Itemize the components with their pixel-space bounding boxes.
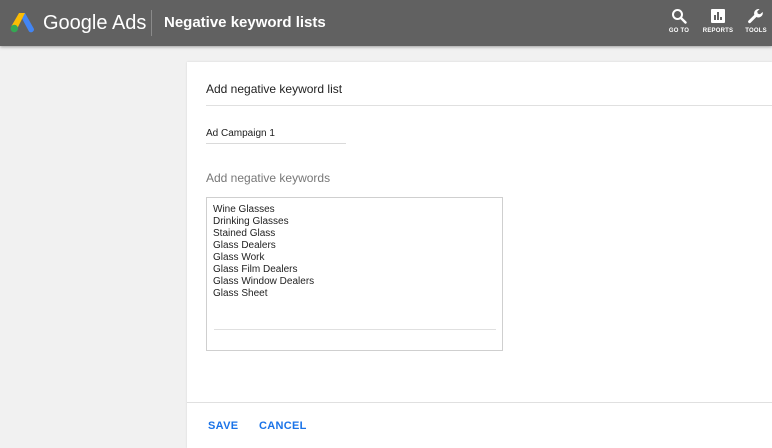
list-name-input[interactable] <box>206 124 346 144</box>
top-app-bar: Google Ads Negative keyword lists GO TO … <box>0 0 772 46</box>
keywords-underline <box>214 329 496 330</box>
panel-title: Add negative keyword list <box>206 82 343 96</box>
tools-button[interactable]: TOOLS <box>740 8 772 40</box>
keywords-list: Wine Glasses Drinking Glasses Stained Gl… <box>213 204 314 300</box>
cancel-button[interactable]: CANCEL <box>259 420 307 432</box>
title-divider <box>206 105 772 106</box>
keyword-line: Glass Sheet <box>213 288 268 299</box>
tools-label: TOOLS <box>745 28 767 34</box>
reports-label: REPORTS <box>702 28 734 34</box>
save-button[interactable]: SAVE <box>208 420 238 432</box>
google-ads-logo-icon[interactable] <box>10 11 35 33</box>
reports-icon <box>711 9 725 23</box>
footer-divider <box>187 402 772 403</box>
header-divider <box>151 10 152 36</box>
goto-label: GO TO <box>668 28 690 34</box>
keyword-line: Glass Window Dealers <box>213 276 315 287</box>
keywords-textarea[interactable]: Wine Glasses Drinking Glasses Stained Gl… <box>206 197 503 351</box>
wrench-icon <box>748 8 763 24</box>
keyword-line: Glass Work <box>213 252 265 263</box>
keyword-line: Drinking Glasses <box>213 216 289 227</box>
keyword-line: Wine Glasses <box>213 204 275 215</box>
keyword-line: Glass Film Dealers <box>213 264 298 275</box>
reports-button[interactable]: REPORTS <box>700 8 736 40</box>
goto-button[interactable]: GO TO <box>662 8 696 40</box>
keyword-line: Stained Glass <box>213 228 276 239</box>
brand-name[interactable]: Google Ads <box>43 11 146 35</box>
search-icon <box>672 9 687 24</box>
keyword-line: Glass Dealers <box>213 240 276 251</box>
page-title: Negative keyword lists <box>164 14 326 31</box>
keywords-label: Add negative keywords <box>206 171 331 185</box>
add-list-panel: Add negative keyword list Add negative k… <box>187 62 772 448</box>
